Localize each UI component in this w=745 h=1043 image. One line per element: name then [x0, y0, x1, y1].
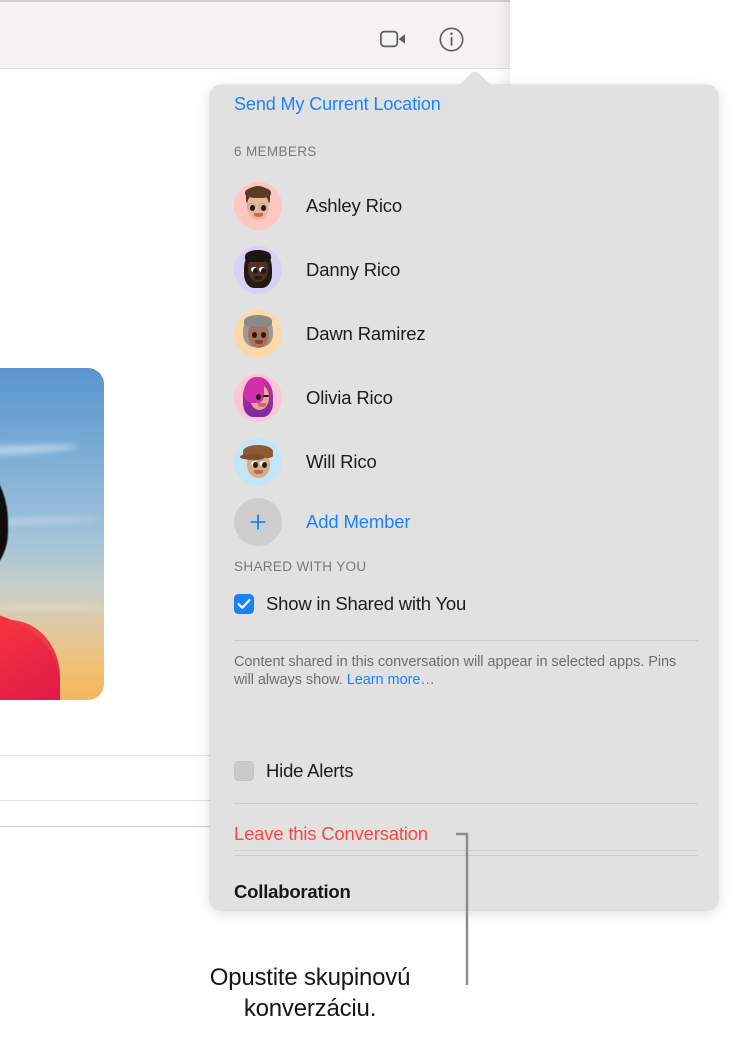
popover-arrow: [452, 70, 498, 86]
avatar: [234, 246, 282, 294]
members-count-header: 6 MEMBERS: [234, 144, 317, 159]
popover-divider: [234, 803, 698, 804]
avatar: [234, 310, 282, 358]
checkbox-unchecked-icon: [234, 761, 254, 781]
conversation-details-popover: Send My Current Location 6 MEMBERS Ashle…: [210, 85, 718, 910]
caption-line-2: konverzáciu.: [150, 993, 470, 1024]
learn-more-link[interactable]: Learn more…: [347, 672, 435, 688]
checkbox-label: Show in Shared with You: [266, 593, 466, 615]
member-name: Olivia Rico: [306, 387, 393, 409]
facetime-video-icon[interactable]: [376, 22, 410, 56]
member-name: Danny Rico: [306, 259, 400, 281]
screenshot-stage: Send My Current Location 6 MEMBERS Ashle…: [0, 0, 745, 1043]
add-member-button[interactable]: Add Member: [234, 494, 410, 550]
toolbar-icon-group: [376, 22, 468, 56]
checkbox-label: Hide Alerts: [266, 760, 353, 782]
member-list: Ashley Rico Danny Rico: [234, 174, 694, 494]
add-member-label: Add Member: [306, 511, 410, 533]
messages-toolbar: [0, 0, 510, 69]
send-my-current-location-button[interactable]: Send My Current Location: [234, 94, 441, 115]
popover-divider: [234, 855, 698, 856]
collaboration-section-title: Collaboration: [234, 881, 351, 903]
member-row-will-rico[interactable]: Will Rico: [234, 430, 694, 494]
show-in-shared-with-you-checkbox[interactable]: Show in Shared with You: [234, 593, 466, 615]
popover-divider: [234, 850, 698, 851]
callout-caption: Opustite skupinovú konverzáciu.: [150, 962, 470, 1024]
plus-icon: [234, 498, 282, 546]
member-name: Will Rico: [306, 451, 377, 473]
leave-this-conversation-button[interactable]: Leave this Conversation: [234, 823, 428, 845]
shared-with-you-header: SHARED WITH YOU: [234, 559, 367, 574]
photo-cloud: [0, 604, 104, 611]
checkbox-checked-icon: [234, 594, 254, 614]
avatar: [234, 182, 282, 230]
avatar: [234, 438, 282, 486]
hide-alerts-checkbox[interactable]: Hide Alerts: [234, 760, 353, 782]
member-name: Dawn Ramirez: [306, 323, 426, 345]
note-text: Content shared in this conversation will…: [234, 654, 676, 688]
member-name: Ashley Rico: [306, 195, 402, 217]
avatar: [234, 374, 282, 422]
details-info-icon[interactable]: [434, 22, 468, 56]
member-row-dawn-ramirez[interactable]: Dawn Ramirez: [234, 302, 694, 366]
shared-with-you-note: Content shared in this conversation will…: [234, 653, 696, 689]
message-photo-bubble[interactable]: [0, 368, 104, 700]
member-row-danny-rico[interactable]: Danny Rico: [234, 238, 694, 302]
caption-line-1: Opustite skupinovú: [150, 962, 470, 993]
member-row-ashley-rico[interactable]: Ashley Rico: [234, 174, 694, 238]
popover-divider: [234, 640, 698, 641]
member-row-olivia-rico[interactable]: Olivia Rico: [234, 366, 694, 430]
